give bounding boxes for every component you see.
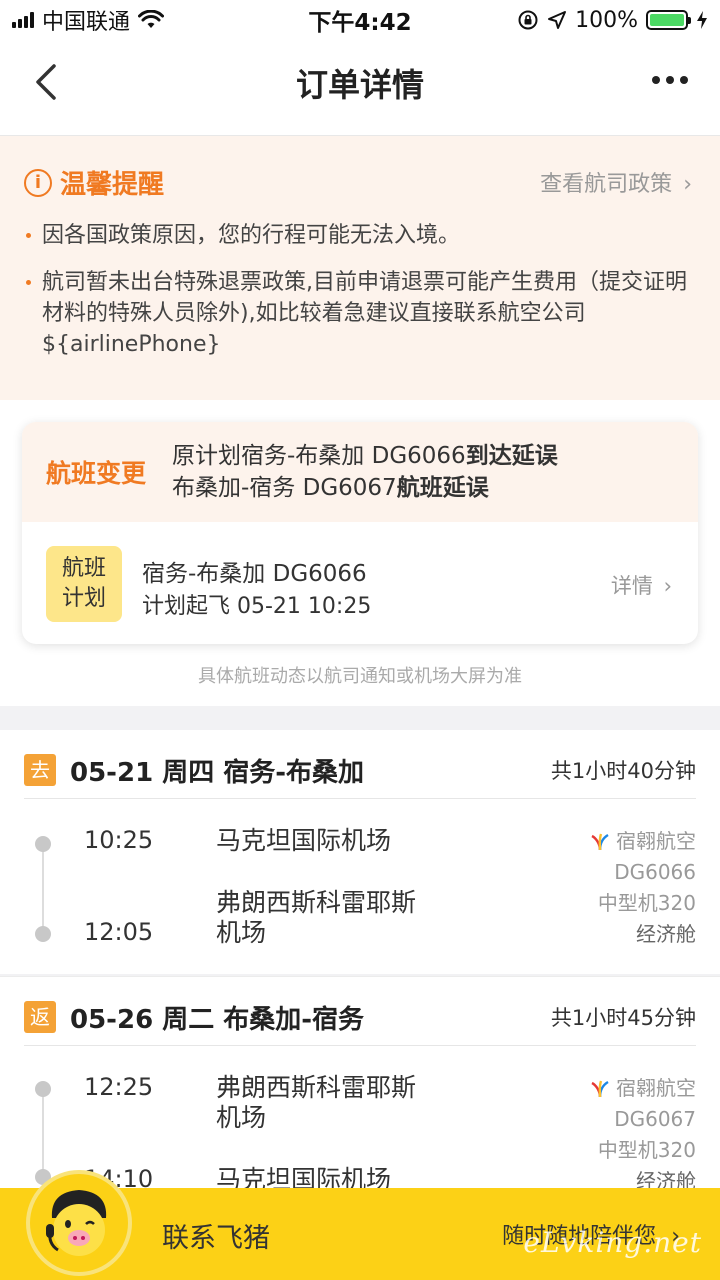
navigation-bar: 订单详情 — [0, 40, 720, 136]
watermark: eLvking.net — [523, 1226, 702, 1259]
notice-item: 因各国政策原因，您的行程可能无法入境。 — [24, 220, 696, 251]
flight-plan-row[interactable]: 航班 计划 宿务-布桑加 DG6066 计划起飞 05-21 10:25 详情 … — [22, 522, 698, 644]
battery-percent: 100% — [575, 7, 638, 33]
plan-badge-line-2: 计划 — [61, 586, 106, 611]
flight-status-note: 具体航班动态以航司通知或机场大屏为准 — [198, 666, 522, 687]
plan-route: 宿务-布桑加 DG6066 — [142, 561, 367, 587]
airline-policy-label: 查看航司政策 — [540, 172, 673, 197]
charging-bolt-icon — [697, 11, 707, 29]
plan-detail-label: 详情 — [610, 574, 653, 598]
arrival-airport: 弗朗西斯科雷耶斯 机场 — [216, 888, 466, 948]
flight-info: 宿翱航空 DG6067 中型机320 经济舱 — [590, 1073, 696, 1197]
flight-change-section: 航班变更 原计划宿务-布桑加 DG6066到达延误 布桑加-宿务 DG6067航… — [0, 400, 720, 706]
plan-badge-line-1: 航班 — [61, 556, 106, 581]
segment-duration: 共1小时45分钟 — [550, 1006, 696, 1030]
timeline-dot — [35, 1081, 51, 1097]
flight-info: 宿翱航空 DG6066 中型机320 经济舱 — [590, 826, 696, 950]
change-line-2-route: 布桑加-宿务 DG6067 — [172, 475, 397, 501]
segment-duration: 共1小时40分钟 — [550, 759, 696, 783]
aircraft-type: 中型机320 — [597, 891, 696, 915]
flight-number: DG6067 — [614, 1107, 696, 1131]
rotation-lock-icon — [518, 10, 538, 30]
chevron-right-icon: › — [663, 574, 672, 598]
arrival-airport-line-1: 弗朗西斯科雷耶斯 — [216, 888, 417, 917]
departure-time: 12:25 — [84, 1073, 154, 1101]
chevron-right-icon: › — [683, 172, 692, 197]
flight-change-label: 航班变更 — [46, 459, 147, 488]
divider — [24, 798, 696, 799]
outbound-segment[interactable]: 去 05-21 周四 宿务-布桑加 共1小时40分钟 10:25 马克坦国际机场… — [0, 730, 720, 974]
divider — [24, 1045, 696, 1046]
battery-icon — [646, 10, 691, 30]
timeline-dot — [35, 926, 51, 942]
change-line-2: 布桑加-宿务 DG6067航班延误 — [172, 472, 558, 504]
change-line-2-status: 航班延误 — [396, 475, 489, 501]
cellular-signal-icon — [12, 12, 34, 28]
return-segment[interactable]: 返 05-26 周二 布桑加-宿务 共1小时45分钟 12:25 弗朗西斯科雷耶… — [0, 976, 720, 1194]
timeline-line — [42, 844, 44, 934]
segment-title: 05-26 周二 布桑加-宿务 — [70, 1004, 365, 1035]
departure-airport-line-2: 机场 — [216, 1103, 267, 1132]
location-arrow-icon — [548, 11, 567, 29]
aircraft-type: 中型机320 — [597, 1138, 696, 1162]
notice-item: 航司暂未出台特殊退票政策,目前申请退票可能产生费用（提交证明材料的特殊人员除外)… — [24, 267, 696, 360]
notice-list: 因各国政策原因，您的行程可能无法入境。 航司暂未出台特殊退票政策,目前申请退票可… — [24, 220, 696, 376]
change-line-1: 原计划宿务-布桑加 DG6066到达延误 — [172, 440, 558, 472]
flight-plan-badge: 航班 计划 — [46, 546, 122, 622]
departure-airport-line-1: 弗朗西斯科雷耶斯 — [216, 1073, 417, 1102]
airline-policy-link[interactable]: 查看航司政策 › — [540, 166, 692, 198]
departure-airport: 马克坦国际机场 — [216, 826, 392, 855]
fliggy-mascot-avatar[interactable] — [26, 1170, 132, 1276]
warm-reminder-panel: i 温馨提醒 查看航司政策 › 因各国政策原因，您的行程可能无法入境。 航司暂未… — [0, 136, 720, 400]
airline-logo-icon — [591, 1080, 609, 1097]
airline-name: 宿翱航空 — [616, 829, 696, 853]
plan-departure-time: 计划起飞 05-21 10:25 — [142, 594, 372, 619]
wifi-icon — [138, 10, 165, 28]
departure-time: 10:25 — [84, 826, 154, 854]
more-dots-icon[interactable] — [650, 70, 690, 90]
departure-airport: 弗朗西斯科雷耶斯 机场 — [216, 1073, 466, 1133]
timeline-line — [42, 1089, 44, 1179]
pig-mascot-icon — [46, 1190, 109, 1260]
airline-logo-icon — [591, 833, 609, 850]
notice-title: 温馨提醒 — [60, 170, 165, 200]
plan-detail-link[interactable]: 详情 › — [611, 570, 672, 600]
carrier-name: 中国联通 — [42, 10, 131, 35]
status-bar: 中国联通 下午4:42 100% — [0, 0, 720, 40]
contact-fliggy-label: 联系飞猪 — [162, 1223, 270, 1254]
change-line-1-route: 原计划宿务-布桑加 DG6066 — [172, 443, 466, 469]
cabin-class: 经济舱 — [636, 922, 696, 946]
change-line-1-status: 到达延误 — [465, 443, 558, 469]
arrival-time: 12:05 — [84, 918, 154, 946]
return-badge: 返 — [24, 1001, 56, 1033]
segment-title: 05-21 周四 宿务-布桑加 — [70, 757, 365, 788]
page-title: 订单详情 — [295, 66, 424, 104]
timeline-dot — [35, 836, 51, 852]
airline-name: 宿翱航空 — [616, 1076, 696, 1100]
arrival-airport-line-2: 机场 — [216, 918, 267, 947]
flight-number: DG6066 — [614, 860, 696, 884]
flight-change-card: 航班变更 原计划宿务-布桑加 DG6066到达延误 布桑加-宿务 DG6067航… — [22, 422, 698, 644]
outbound-badge: 去 — [24, 754, 56, 786]
info-icon: i — [24, 168, 52, 197]
